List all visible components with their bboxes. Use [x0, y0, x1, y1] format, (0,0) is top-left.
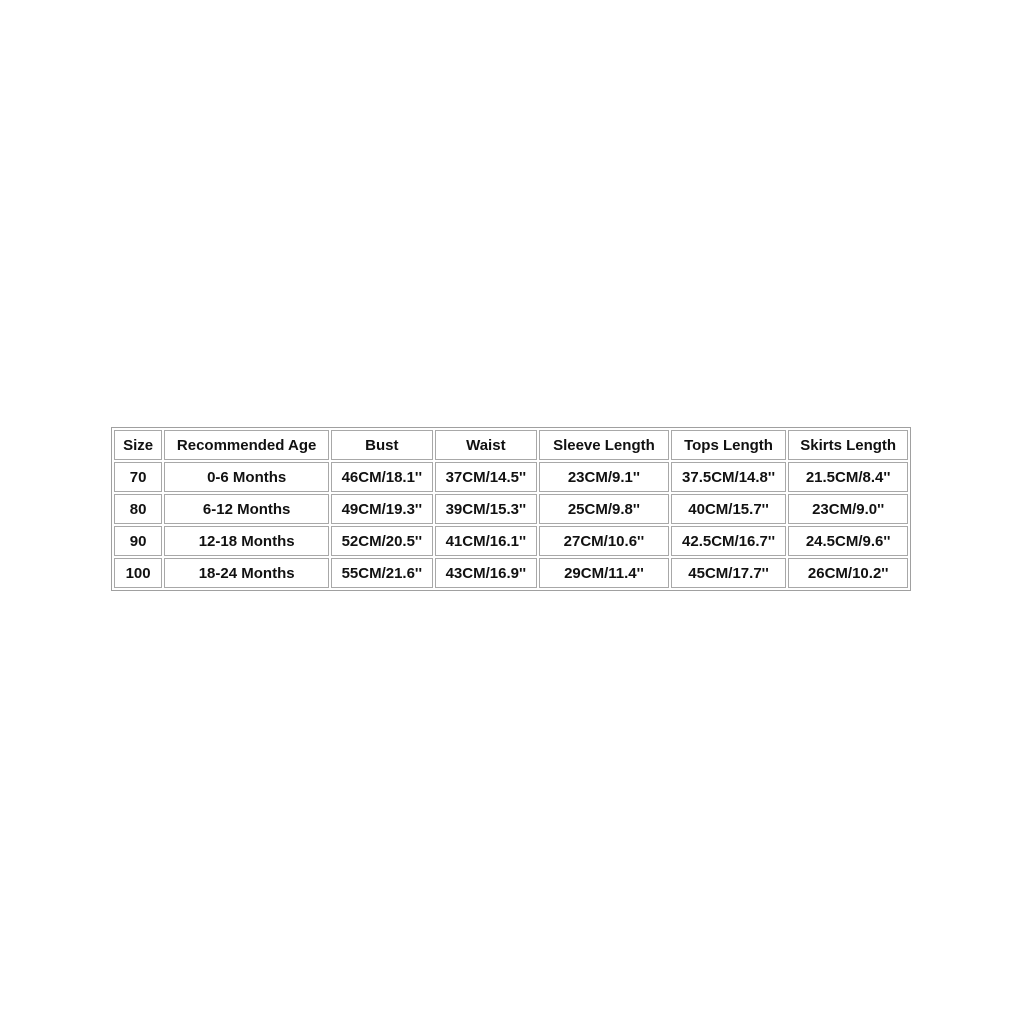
cell-bust: 52CM/20.5'': [331, 526, 433, 556]
table-row: 90 12-18 Months 52CM/20.5'' 41CM/16.1'' …: [114, 526, 908, 556]
cell-skirts-length: 23CM/9.0'': [788, 494, 908, 524]
cell-size: 100: [114, 558, 163, 588]
header-skirts-length: Skirts Length: [788, 430, 908, 460]
cell-size: 80: [114, 494, 163, 524]
cell-tops-length: 37.5CM/14.8'': [670, 462, 787, 492]
header-recommended-age: Recommended Age: [164, 430, 330, 460]
cell-recommended-age: 12-18 Months: [164, 526, 330, 556]
cell-tops-length: 40CM/15.7'': [670, 494, 787, 524]
header-waist: Waist: [434, 430, 538, 460]
cell-tops-length: 42.5CM/16.7'': [670, 526, 787, 556]
cell-recommended-age: 18-24 Months: [164, 558, 330, 588]
header-sleeve-length: Sleeve Length: [539, 430, 669, 460]
table-row: 70 0-6 Months 46CM/18.1'' 37CM/14.5'' 23…: [114, 462, 908, 492]
cell-bust: 46CM/18.1'': [331, 462, 433, 492]
cell-sleeve-length: 25CM/9.8'': [539, 494, 669, 524]
cell-size: 70: [114, 462, 163, 492]
cell-bust: 49CM/19.3'': [331, 494, 433, 524]
cell-recommended-age: 6-12 Months: [164, 494, 330, 524]
cell-waist: 41CM/16.1'': [434, 526, 538, 556]
cell-waist: 39CM/15.3'': [434, 494, 538, 524]
cell-skirts-length: 24.5CM/9.6'': [788, 526, 908, 556]
cell-skirts-length: 26CM/10.2'': [788, 558, 908, 588]
cell-sleeve-length: 29CM/11.4'': [539, 558, 669, 588]
cell-waist: 37CM/14.5'': [434, 462, 538, 492]
header-tops-length: Tops Length: [670, 430, 787, 460]
header-bust: Bust: [331, 430, 433, 460]
cell-waist: 43CM/16.9'': [434, 558, 538, 588]
cell-tops-length: 45CM/17.7'': [670, 558, 787, 588]
cell-bust: 55CM/21.6'': [331, 558, 433, 588]
cell-size: 90: [114, 526, 163, 556]
header-size: Size: [114, 430, 163, 460]
table-row: 80 6-12 Months 49CM/19.3'' 39CM/15.3'' 2…: [114, 494, 908, 524]
cell-recommended-age: 0-6 Months: [164, 462, 330, 492]
table-row: 100 18-24 Months 55CM/21.6'' 43CM/16.9''…: [114, 558, 908, 588]
size-chart-table: Size Recommended Age Bust Waist Sleeve L…: [111, 427, 911, 591]
cell-sleeve-length: 23CM/9.1'': [539, 462, 669, 492]
cell-sleeve-length: 27CM/10.6'': [539, 526, 669, 556]
cell-skirts-length: 21.5CM/8.4'': [788, 462, 908, 492]
header-row: Size Recommended Age Bust Waist Sleeve L…: [114, 430, 908, 460]
